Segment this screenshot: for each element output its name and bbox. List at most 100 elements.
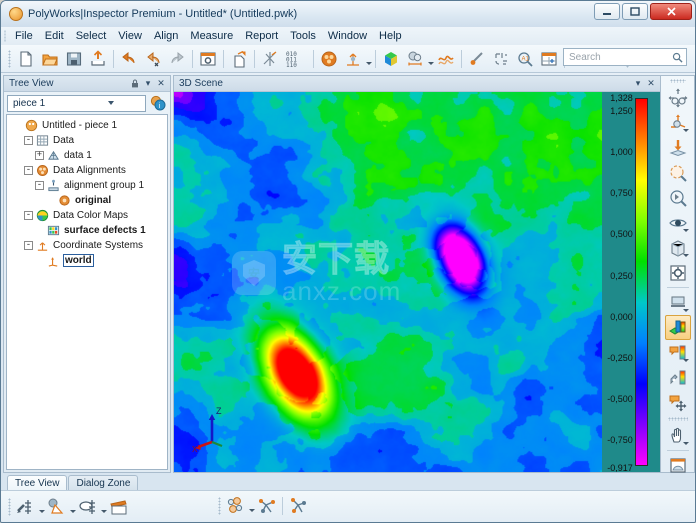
dropdown-caret[interactable]	[682, 254, 689, 257]
move-annotation-icon[interactable]	[665, 390, 691, 415]
tree-node[interactable]: - Data Color Maps	[10, 208, 167, 223]
tab-tree-view[interactable]: Tree View	[7, 475, 68, 490]
project-settings-icon[interactable]	[196, 47, 220, 71]
color-map-render[interactable]	[174, 92, 602, 472]
color-map-display-icon[interactable]	[664, 315, 691, 340]
close-icon[interactable]: ✕	[645, 78, 657, 90]
piece-selector-combo[interactable]: piece 1	[7, 94, 146, 112]
collapse-icon[interactable]: -	[35, 181, 44, 190]
color-scale-gradient[interactable]	[634, 98, 648, 466]
chevron-down-icon[interactable]: ▾	[142, 78, 154, 90]
menu-report[interactable]: Report	[239, 28, 284, 44]
menu-tools[interactable]: Tools	[284, 28, 322, 44]
tree-node-list[interactable]: Untitled - piece 1- Data + data 1- Data Alig…	[6, 114, 168, 470]
fit-to-plane-icon[interactable]	[665, 135, 691, 160]
probe-icon[interactable]	[465, 47, 489, 71]
measure-distance-icon[interactable]	[403, 47, 427, 71]
dropdown-caret[interactable]	[248, 494, 255, 518]
close-icon[interactable]: ✕	[155, 78, 167, 90]
search-input[interactable]: Search	[563, 48, 687, 66]
menu-view[interactable]: View	[112, 28, 148, 44]
tree-node[interactable]: + data 1	[10, 148, 167, 163]
tree-node[interactable]: Untitled - piece 1	[10, 118, 167, 133]
pan-rotate-icon[interactable]	[665, 85, 691, 110]
menu-select[interactable]: Select	[70, 28, 113, 44]
device-align-icon[interactable]	[286, 494, 310, 518]
dropdown-caret[interactable]	[682, 442, 689, 445]
minimize-button[interactable]	[594, 3, 620, 20]
chevron-down-icon[interactable]: ▾	[632, 78, 644, 90]
anchor-view-icon[interactable]	[665, 290, 691, 315]
color-map-edit-icon[interactable]	[665, 365, 691, 390]
menu-window[interactable]: Window	[322, 28, 373, 44]
align-device-icon[interactable]	[317, 47, 341, 71]
device-position-icon[interactable]	[255, 494, 279, 518]
inspect-zoom-icon[interactable]: A1	[513, 47, 537, 71]
menu-help[interactable]: Help	[373, 28, 408, 44]
pin-icon[interactable]	[129, 78, 141, 90]
collapse-icon[interactable]: -	[24, 241, 33, 250]
tree-node[interactable]: - Data	[10, 133, 167, 148]
toolbar-grip[interactable]	[8, 497, 11, 516]
menu-edit[interactable]: Edit	[39, 28, 70, 44]
zoom-select-icon[interactable]	[665, 185, 691, 210]
surface-defects-icon[interactable]	[434, 47, 458, 71]
dropdown-caret[interactable]	[69, 495, 76, 519]
measure-dropdown-caret[interactable]	[427, 47, 434, 71]
new-project-icon[interactable]	[14, 47, 38, 71]
dropdown-caret[interactable]	[38, 495, 45, 519]
clapper-macro-icon[interactable]	[107, 495, 131, 519]
rotation-center-icon[interactable]	[665, 110, 691, 135]
pick-hand-icon[interactable]	[665, 423, 691, 448]
menu-measure[interactable]: Measure	[184, 28, 239, 44]
dropdown-caret[interactable]	[100, 495, 107, 519]
menu-file[interactable]: File	[9, 28, 39, 44]
collapse-icon[interactable]: -	[24, 211, 33, 220]
display-options-icon[interactable]	[665, 260, 691, 285]
light-source-icon[interactable]	[45, 495, 69, 519]
piece-info-icon[interactable]: i	[149, 94, 167, 112]
redo-icon[interactable]	[165, 47, 189, 71]
open-project-icon[interactable]	[38, 47, 62, 71]
tree-node[interactable]: world	[10, 253, 167, 268]
zoom-window-icon[interactable]	[665, 160, 691, 185]
toolbar-grip[interactable]	[669, 79, 686, 83]
tree-node[interactable]: - Coordinate Systems	[10, 238, 167, 253]
collapse-icon[interactable]: -	[24, 136, 33, 145]
dropdown-caret[interactable]	[682, 129, 689, 132]
expand-icon[interactable]: +	[35, 151, 44, 160]
tree-node[interactable]: - alignment group 1	[10, 178, 167, 193]
tree-node[interactable]: surface defects 1	[10, 223, 167, 238]
close-button[interactable]	[650, 3, 692, 20]
dropdown-caret[interactable]	[682, 229, 689, 232]
save-project-icon[interactable]	[62, 47, 86, 71]
align-dropdown-caret[interactable]	[365, 47, 372, 71]
import-data-icon[interactable]	[227, 47, 251, 71]
undo-icon[interactable]	[117, 47, 141, 71]
measure-probe-icon[interactable]	[14, 495, 38, 519]
snapshot-icon[interactable]	[665, 453, 691, 478]
tree-node[interactable]: original	[10, 193, 167, 208]
clipping-box-icon[interactable]	[665, 235, 691, 260]
sphere-measure-icon[interactable]	[76, 495, 100, 519]
3d-viewport[interactable]: 安 安下载 anxz.com Z X 1,328 1,250 1,000 0,7…	[174, 92, 660, 472]
binary-data-icon[interactable]: 010 011 110	[282, 47, 310, 71]
tab-dialog-zone[interactable]: Dialog Zone	[68, 475, 139, 490]
maximize-button[interactable]	[622, 3, 648, 20]
best-fit-align-icon[interactable]	[341, 47, 365, 71]
undo-all-icon[interactable]	[141, 47, 165, 71]
features-icon[interactable]	[489, 47, 513, 71]
export-icon[interactable]	[86, 47, 110, 71]
color-map-icon[interactable]	[379, 47, 403, 71]
annotation-scale-icon[interactable]	[665, 340, 691, 365]
toolbar-grip[interactable]	[8, 49, 11, 68]
table-icon[interactable]	[537, 47, 561, 71]
tree-node[interactable]: - Data Alignments	[10, 163, 167, 178]
collapse-icon[interactable]: -	[24, 166, 33, 175]
visibility-eye-icon[interactable]	[665, 210, 691, 235]
dropdown-caret[interactable]	[682, 359, 689, 362]
scan-icon[interactable]	[258, 47, 282, 71]
point-cloud-group-icon[interactable]	[224, 494, 248, 518]
toolbar-grip[interactable]	[218, 497, 221, 515]
dropdown-caret[interactable]	[682, 309, 689, 312]
